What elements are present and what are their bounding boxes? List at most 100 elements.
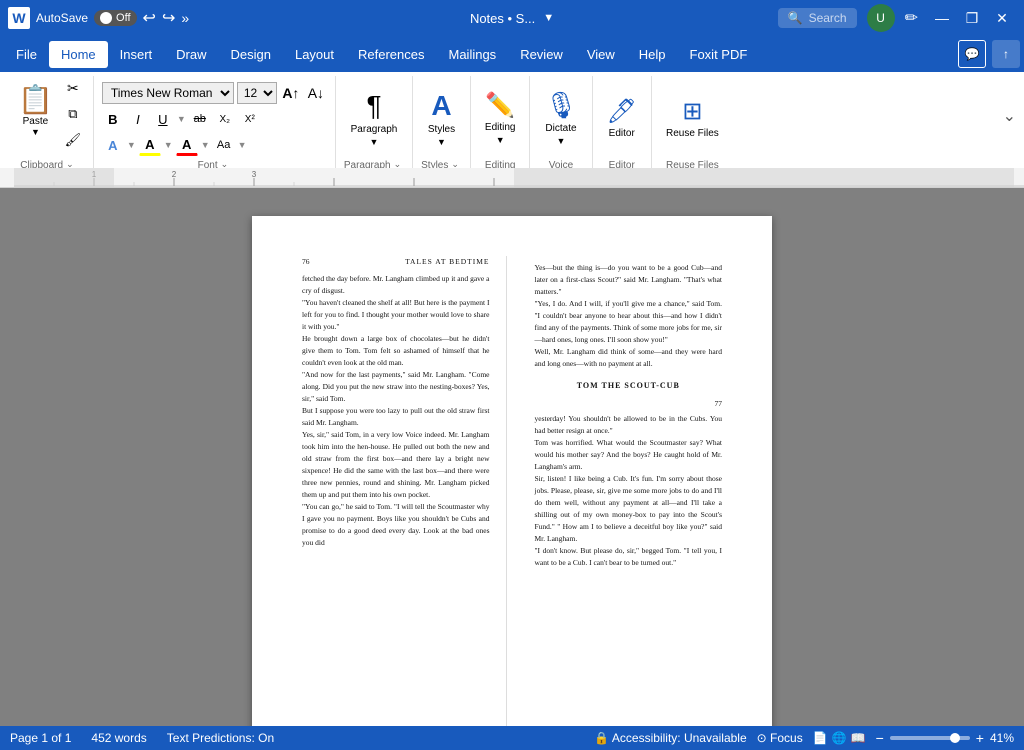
toggle-state-label: Off	[116, 12, 130, 24]
menu-layout[interactable]: Layout	[283, 41, 346, 68]
zoom-thumb	[950, 733, 960, 743]
paste-button[interactable]: 📋 Paste ▼	[12, 78, 59, 142]
pen-icon[interactable]: ✏	[905, 8, 918, 28]
window-controls: — ❐ ✕	[928, 4, 1016, 32]
font-name-select[interactable]: Times New Roman	[102, 82, 234, 104]
editing-label: Editing	[485, 122, 516, 133]
menu-review[interactable]: Review	[508, 41, 575, 68]
text-effects-button[interactable]: A	[102, 134, 124, 156]
minimize-button[interactable]: —	[928, 4, 956, 32]
share-button[interactable]: ↑	[992, 40, 1020, 68]
editing-button[interactable]: ✏️ Editing ▼	[479, 86, 522, 150]
focus-label[interactable]: ⊙ Focus	[757, 731, 803, 745]
web-view-icon[interactable]: 🌐	[832, 731, 847, 745]
right-column-bottom-text: yesterday! You shouldn't be allowed to b…	[535, 413, 723, 569]
title-dropdown-icon[interactable]: ▼	[543, 12, 554, 24]
title-bar-left: W AutoSave Off ↩ ↪ »	[8, 7, 462, 29]
editing-icon: ✏️	[485, 91, 515, 120]
menu-view[interactable]: View	[575, 41, 627, 68]
editor-button[interactable]: 🖊 Editor	[601, 86, 643, 150]
copy-button[interactable]: ⧉	[61, 103, 85, 125]
zoom-slider[interactable]	[890, 736, 970, 740]
subscript-button[interactable]: X₂	[214, 108, 236, 130]
ribbon: 📋 Paste ▼ ✂ ⧉ 🖌 Clipboard ⌄	[0, 72, 1024, 176]
view-controls: 📄 🌐 📖	[813, 731, 866, 745]
search-icon: 🔍	[788, 11, 803, 25]
format-painter-button[interactable]: 🖌	[61, 129, 85, 151]
svg-text:2: 2	[172, 170, 177, 179]
editor-label: Editor	[609, 128, 635, 139]
svg-text:3: 3	[252, 170, 257, 179]
ribbon-more-button[interactable]: ⌄	[999, 76, 1020, 126]
redo-icon[interactable]: ↪	[162, 8, 175, 28]
comments-button[interactable]: 💬	[958, 40, 986, 68]
shrink-font-button[interactable]: A↓	[305, 82, 327, 104]
menu-foxit-pdf[interactable]: Foxit PDF	[678, 41, 760, 68]
menu-design[interactable]: Design	[219, 41, 283, 68]
undo-icon[interactable]: ↩	[143, 8, 156, 28]
ribbon-more-icon: ⌄	[1003, 106, 1016, 126]
title-bar: W AutoSave Off ↩ ↪ » Notes • S... ▼ 🔍 Se…	[0, 0, 1024, 36]
menu-help[interactable]: Help	[627, 41, 678, 68]
menu-references[interactable]: References	[346, 41, 436, 68]
menu-insert[interactable]: Insert	[108, 41, 165, 68]
superscript-button[interactable]: X²	[239, 108, 261, 130]
font-group: Times New Roman 12 A↑ A↓ B I U ▼ ab X₂ X…	[94, 76, 336, 173]
underline-button[interactable]: U	[152, 108, 174, 130]
paragraph-icon: ¶	[366, 90, 381, 122]
read-mode-icon[interactable]: 📖	[851, 731, 866, 745]
editor-icon: 🖊	[607, 97, 637, 126]
paragraph-label: Paragraph	[351, 124, 398, 135]
dictate-icon: 🎙	[544, 90, 577, 121]
autosave-label: AutoSave	[36, 11, 88, 25]
zoom-plus-button[interactable]: +	[976, 730, 984, 746]
zoom-minus-button[interactable]: −	[876, 730, 884, 746]
menu-home[interactable]: Home	[49, 41, 108, 68]
dictate-button[interactable]: 🎙 Dictate ▼	[538, 86, 583, 150]
font-size-select[interactable]: 12	[237, 82, 277, 104]
menu-file[interactable]: File	[4, 41, 49, 68]
font-color-button[interactable]: A	[176, 134, 198, 156]
italic-button[interactable]: I	[127, 108, 149, 130]
doc-title: Notes • S...	[470, 11, 535, 26]
reuse-files-icon: ⊞	[682, 97, 702, 126]
right-page-column: Yes—but the thing is—do you want to be a…	[531, 256, 723, 726]
document-area: 76 TALES AT BEDTIME fetched the day befo…	[0, 188, 1024, 726]
reuse-files-group: ⊞ Reuse Files Reuse Files	[652, 76, 733, 173]
highlight-color-button[interactable]: A	[139, 134, 161, 156]
text-predictions[interactable]: Text Predictions: On	[167, 731, 274, 745]
styles-dropdown[interactable]: ▼	[437, 137, 446, 147]
styles-group: A Styles ▼ Styles ⌄	[413, 76, 471, 173]
zoom-level[interactable]: 41%	[990, 731, 1014, 745]
search-box[interactable]: 🔍 Search	[778, 8, 857, 28]
cut-button[interactable]: ✂	[61, 77, 85, 99]
paragraph-group: ¶ Paragraph ▼ Paragraph ⌄	[336, 76, 413, 173]
reuse-files-button[interactable]: ⊞ Reuse Files	[660, 86, 725, 150]
reuse-files-label: Reuse Files	[666, 128, 719, 140]
page: 76 TALES AT BEDTIME fetched the day befo…	[252, 216, 772, 726]
accessibility-label[interactable]: 🔒 Accessibility: Unavailable	[594, 731, 746, 745]
paste-dropdown-icon[interactable]: ▼	[31, 127, 40, 137]
menu-draw[interactable]: Draw	[164, 41, 218, 68]
change-case-button[interactable]: Aa	[213, 134, 235, 156]
menu-mailings[interactable]: Mailings	[437, 41, 509, 68]
maximize-button[interactable]: ❐	[958, 4, 986, 32]
page-number-left: 76	[302, 256, 310, 267]
dictate-dropdown[interactable]: ▼	[557, 136, 566, 146]
close-button[interactable]: ✕	[988, 4, 1016, 32]
paste-label: Paste	[23, 116, 49, 127]
autosave-toggle[interactable]: Off	[94, 10, 136, 26]
grow-font-button[interactable]: A↑	[280, 82, 302, 104]
paragraph-button[interactable]: ¶ Paragraph ▼	[345, 86, 404, 150]
styles-button[interactable]: A Styles ▼	[422, 86, 462, 150]
paragraph-dropdown[interactable]: ▼	[370, 137, 379, 147]
editing-dropdown[interactable]: ▼	[496, 135, 505, 145]
user-avatar[interactable]: U	[867, 4, 895, 32]
left-page-column: 76 TALES AT BEDTIME fetched the day befo…	[302, 256, 507, 726]
title-bar-right: 🔍 Search U ✏ — ❐ ✕	[562, 4, 1016, 32]
print-layout-icon[interactable]: 📄	[813, 731, 828, 745]
more-icon[interactable]: »	[181, 10, 189, 26]
strikethrough-button[interactable]: ab	[189, 108, 211, 130]
bold-button[interactable]: B	[102, 108, 124, 130]
status-right: 🔒 Accessibility: Unavailable ⊙ Focus 📄 🌐…	[594, 730, 1014, 746]
